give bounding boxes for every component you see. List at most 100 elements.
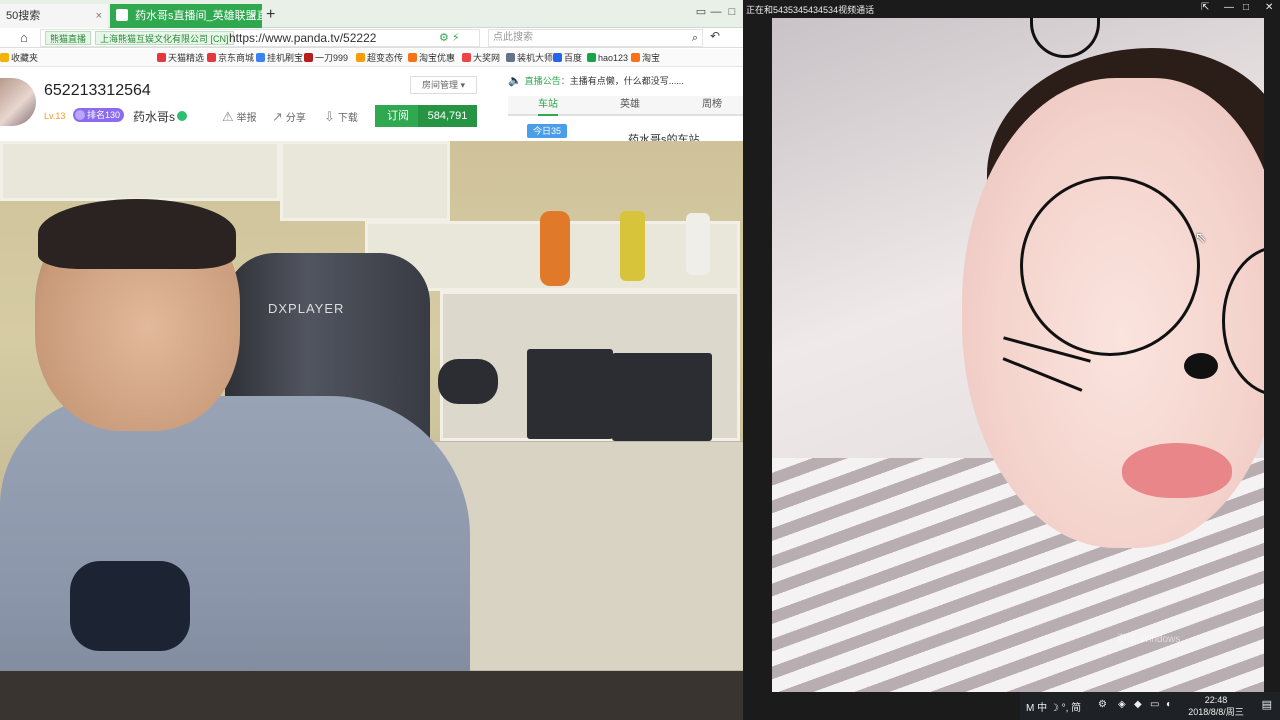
subscriber-count: 584,791	[418, 105, 477, 127]
clock-date: 2018/8/8/周三	[1188, 707, 1244, 717]
bookmark-icon	[356, 53, 365, 62]
download-icon: ⇩	[324, 109, 335, 124]
headphones	[438, 359, 498, 404]
cat-nose-filter	[1184, 353, 1218, 379]
bookmark-icon	[408, 53, 417, 62]
app-tray-icon[interactable]: ◈	[1118, 699, 1126, 710]
call-title: 正在和5435345434534视频通话	[746, 5, 875, 15]
room-title: 652213312564	[44, 82, 151, 99]
chair-brand: DXPLAYER	[268, 301, 345, 316]
video-call-window: 正在和5435345434534视频通话 ⇱ — □ ✕ 激活 Windows	[743, 0, 1280, 720]
close-tab-icon[interactable]: ×	[250, 4, 256, 28]
tab-heroes[interactable]: 英雄	[620, 96, 640, 116]
level-badge: Lv.13	[44, 111, 66, 121]
bookmarks-bar: 收藏夹 天猫精选 京东商城 挂机刷宝 一刀999 超变态传 淘宝优惠 大奖网 装…	[0, 49, 743, 67]
new-tab-button[interactable]: +	[266, 4, 282, 26]
tab-weekly[interactable]: 周榜	[702, 96, 722, 116]
undo-icon[interactable]: ↶	[710, 29, 720, 43]
tab-label: 药水哥s直播间_英雄联盟直播	[135, 10, 262, 22]
url-field[interactable]: 熊猫直播 上海熊猫互娱文化有限公司 [CN] https://www.panda…	[40, 29, 480, 47]
bookmark-item[interactable]: hao123	[587, 52, 628, 64]
bookmark-item[interactable]: 天猫精选	[157, 52, 204, 64]
avatar[interactable]	[0, 78, 36, 126]
network-icon[interactable]: ▭	[1150, 699, 1159, 710]
streamer-camera-view: DXPLAYER	[0, 141, 771, 720]
streamer-hair	[38, 199, 236, 269]
certificate-badge: 上海熊猫互娱文化有限公司 [CN]	[95, 31, 234, 45]
glasses-filter-left	[1020, 176, 1200, 356]
notification-icon[interactable]: ▤	[1262, 698, 1272, 711]
bookmark-icon	[0, 53, 9, 62]
bookmark-item[interactable]: 装机大师	[506, 52, 553, 64]
bookmark-item[interactable]: 收藏夹	[0, 52, 38, 64]
search-input[interactable]: 点此搜索 ⌕	[488, 29, 703, 47]
minimize-icon[interactable]: —	[1224, 2, 1234, 13]
report-icon: ⚠	[222, 109, 234, 124]
shelf	[280, 141, 450, 221]
site-badge: 熊猫直播	[45, 31, 92, 45]
tab-station[interactable]: 车站	[538, 96, 558, 116]
maximize-icon[interactable]: □	[724, 4, 740, 20]
bookmark-icon	[207, 53, 216, 62]
bookmark-icon	[631, 53, 640, 62]
host-name[interactable]: 药水哥s	[133, 108, 175, 125]
clock[interactable]: 22:48 2018/8/8/周三	[1180, 694, 1252, 718]
report-button[interactable]: ⚠ 举报	[222, 109, 257, 125]
rank-badge[interactable]: 排名130	[73, 108, 125, 122]
bottle	[686, 213, 710, 275]
share-button[interactable]: ↗ 分享	[272, 109, 306, 125]
panda-favicon-icon	[116, 9, 128, 22]
speaker	[612, 353, 712, 441]
security-icon: ⚙ ⚡	[439, 32, 460, 44]
bookmark-icon	[587, 53, 596, 62]
bottle	[620, 211, 645, 281]
volume-icon[interactable]: ◐	[1166, 699, 1172, 710]
app-tray-icon[interactable]: ◆	[1134, 699, 1142, 710]
verified-icon	[177, 111, 187, 121]
browser-window: 50搜索 × 药水哥s直播间_英雄联盟直播 × + ▭ — □ ⌂ 熊猫直播 上…	[0, 0, 743, 143]
today-badge: 今日35	[527, 124, 568, 138]
bookmark-item[interactable]: 大奖网	[462, 52, 500, 64]
tab-panda-room[interactable]: 药水哥s直播间_英雄联盟直播 ×	[110, 4, 262, 28]
windows-watermark: 激活 Windows	[1117, 634, 1181, 645]
close-icon[interactable]: ✕	[1265, 2, 1273, 13]
clock-time: 22:48	[1204, 695, 1228, 705]
room-manage-dropdown[interactable]: 房间管理 ▾	[410, 76, 477, 94]
tab-bar: 50搜索 × 药水哥s直播间_英雄联盟直播 × + ▭ — □	[0, 0, 743, 28]
search-placeholder: 点此搜索	[493, 32, 533, 43]
minimize-icon[interactable]: —	[708, 4, 724, 20]
bookmark-item[interactable]: 淘宝	[631, 52, 660, 64]
settings-icon[interactable]: ⚙	[1098, 699, 1107, 710]
subscribe-label: 订阅	[387, 110, 409, 122]
mouse-cursor-icon: ⇖	[1195, 229, 1207, 245]
bookmark-item[interactable]: 京东商城	[207, 52, 254, 64]
cat-ear-filter	[1030, 18, 1100, 58]
figure-toy	[540, 211, 570, 286]
download-button[interactable]: ⇩ 下载	[324, 109, 358, 125]
ime-indicator[interactable]: M 中 ☽ °, 简	[1026, 699, 1081, 714]
close-tab-icon[interactable]: ×	[96, 4, 102, 28]
home-icon[interactable]: ⌂	[20, 30, 28, 45]
bookmark-icon	[553, 53, 562, 62]
url-text: https://www.panda.tv/52222	[229, 31, 377, 45]
share-icon: ↗	[272, 109, 283, 124]
desk	[0, 671, 771, 720]
maximize-icon[interactable]: □	[1243, 2, 1249, 13]
skin-icon[interactable]: ▭	[693, 4, 709, 20]
bookmark-item[interactable]: 百度	[553, 52, 582, 64]
bookmark-item[interactable]: 一刀999	[304, 52, 348, 64]
search-icon[interactable]: ⌕	[692, 30, 698, 46]
bookmark-item[interactable]: 淘宝优惠	[408, 52, 455, 64]
tab-search[interactable]: 50搜索 ×	[0, 4, 108, 28]
tab-label: 50搜索	[6, 10, 41, 22]
address-bar: ⌂ 熊猫直播 上海熊猫互娱文化有限公司 [CN] https://www.pan…	[0, 28, 743, 48]
bookmark-icon	[304, 53, 313, 62]
bookmark-item[interactable]: 挂机刷宝	[256, 52, 303, 64]
subscribe-button[interactable]: 订阅 584,791	[375, 105, 477, 127]
room-header: 652213312564 Lv.13 排名130 药水哥s ⚠ 举报 ↗ 分享 ⇩ 下…	[0, 68, 743, 143]
side-tabs: 车站 英雄 周榜	[508, 96, 743, 116]
bookmark-item[interactable]: 超变态传	[356, 52, 403, 64]
announcement: 🔈 直播公告：主播有点懒，什么都没写......	[508, 75, 684, 87]
pin-icon[interactable]: ⇱	[1201, 2, 1209, 13]
bookmark-icon	[157, 53, 166, 62]
